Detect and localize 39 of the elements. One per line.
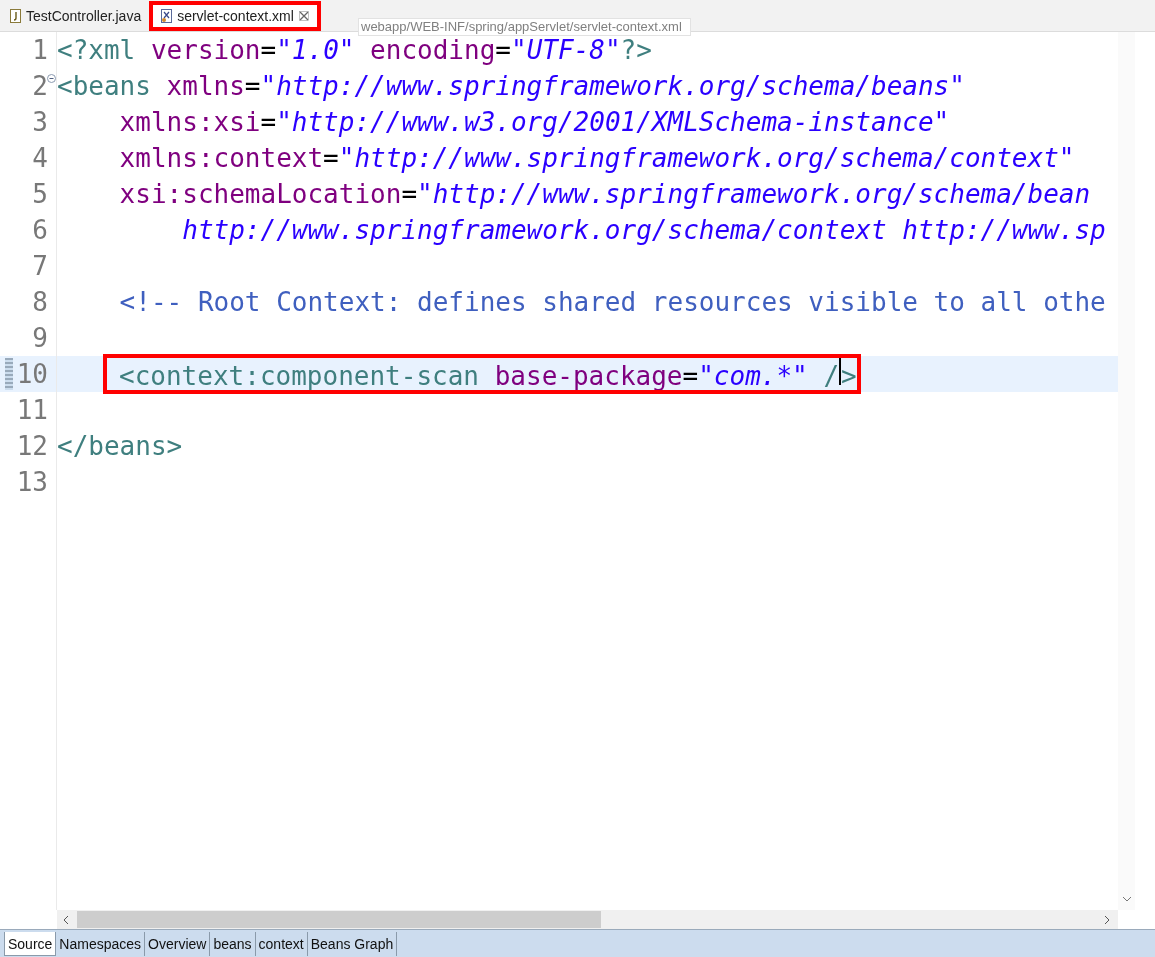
code-line: http://www.springframework.org/schema/context http://www.sp bbox=[181, 214, 1106, 247]
file-path-tooltip: webapp/WEB-INF/spring/appServlet/servlet-context.xml bbox=[358, 18, 691, 36]
line-number: 6 bbox=[32, 215, 48, 245]
scrollbar-thumb[interactable] bbox=[77, 911, 601, 928]
code-line: <!-- Root Context: defines shared resources visible to all othe bbox=[118, 286, 1106, 319]
editor-page-tab[interactable]: Namespaces bbox=[56, 932, 146, 956]
editor-page-tab[interactable]: context bbox=[255, 932, 308, 956]
line-number: 11 bbox=[16, 395, 48, 425]
line-number: 7 bbox=[32, 251, 48, 281]
editor-tab[interactable]: TestController.java bbox=[2, 1, 150, 31]
editor-page-tab[interactable]: beans bbox=[210, 932, 256, 956]
line-number: 1 bbox=[32, 35, 48, 65]
line-number: 13 bbox=[16, 467, 48, 497]
scroll-left-icon[interactable] bbox=[61, 914, 71, 925]
scroll-right-icon[interactable] bbox=[1102, 914, 1112, 925]
line-number: 9 bbox=[32, 323, 48, 353]
code-line: xsi:schemaLocation="http://www.springframework.org/schema/bean bbox=[118, 178, 1091, 211]
code-line: <beans xmlns="http://www.springframework.org/schema/beans" bbox=[57, 70, 965, 103]
line-number: 8 bbox=[32, 287, 48, 317]
code-line: <?xml version="1.0" encoding="UTF-8"?> bbox=[57, 34, 652, 67]
line-number: 2 bbox=[32, 71, 48, 101]
code-line: <context:component-scan base-package="com.*" /> bbox=[119, 354, 857, 394]
line-number: 3 bbox=[32, 107, 48, 137]
editor-page-tab[interactable]: Source bbox=[4, 932, 57, 956]
code-line: xmlns:xsi="http://www.w3.org/2001/XMLSchema-instance" bbox=[118, 106, 950, 139]
java-file-icon bbox=[10, 9, 21, 23]
line-number: 12 bbox=[16, 431, 48, 461]
editor-page-tab[interactable]: Beans Graph bbox=[307, 932, 398, 956]
scroll-down-icon[interactable] bbox=[1122, 894, 1132, 904]
collapse-icon[interactable] bbox=[47, 74, 56, 83]
code-line: </beans> bbox=[57, 430, 183, 463]
editor-tab[interactable]: servlet-context.xml bbox=[149, 1, 321, 31]
line-number: 10 bbox=[16, 359, 48, 389]
code-line: xmlns:context="http://www.springframework.org/schema/context" bbox=[118, 142, 1075, 175]
xml-file-icon bbox=[161, 9, 173, 23]
line-number: 4 bbox=[32, 143, 48, 173]
editor-page-tab[interactable]: Overview bbox=[145, 932, 211, 956]
close-icon[interactable] bbox=[298, 11, 309, 21]
line-number: 5 bbox=[32, 179, 48, 209]
